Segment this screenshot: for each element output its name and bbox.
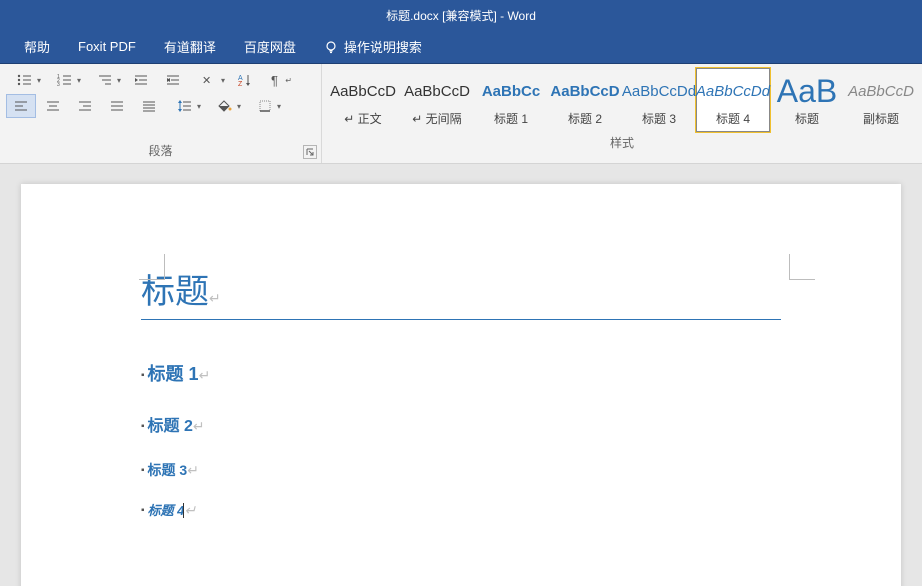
- style-item-无间隔[interactable]: AaBbCcD↵ 无间隔: [400, 68, 474, 132]
- align-left-button[interactable]: [6, 94, 36, 118]
- align-right-button[interactable]: [70, 94, 100, 118]
- style-preview: AaBbCcD: [330, 74, 396, 110]
- bullets-button[interactable]: ▾: [6, 68, 44, 92]
- group-paragraph: ▾ 123▾ ▾ ✕▾ AZ ¶↵ ▾ ▾ ▾ 段落: [0, 64, 322, 163]
- window-title: 标题.docx [兼容模式] - Word: [386, 7, 536, 24]
- style-name-label: 标题 4: [716, 110, 750, 127]
- bullet-dot-icon: ▪: [141, 370, 145, 381]
- style-item-标题1[interactable]: AaBbCc标题 1: [474, 68, 548, 132]
- pilcrow-icon: ↵: [184, 502, 196, 518]
- tab-help[interactable]: 帮助: [10, 30, 64, 64]
- style-name-label: 标题: [795, 110, 819, 127]
- heading-4-line[interactable]: ▪标题 4↵: [141, 500, 781, 519]
- document-canvas[interactable]: 标题↵ ▪标题 1↵ ▪标题 2↵ ▪标题 3↵ ▪标题 4↵: [0, 164, 922, 586]
- style-preview: AaBbCc: [482, 74, 540, 110]
- pilcrow-icon: ↵: [209, 290, 221, 306]
- borders-button[interactable]: ▾: [246, 94, 284, 118]
- lightbulb-icon: [324, 40, 338, 54]
- shading-button[interactable]: ▾: [206, 94, 244, 118]
- style-name-label: ↵ 正文: [344, 110, 381, 127]
- style-name-label: 标题 1: [494, 110, 528, 127]
- margin-corner-tr: [789, 254, 815, 280]
- multilevel-list-button[interactable]: ▾: [86, 68, 124, 92]
- asian-layout-button[interactable]: ✕▾: [190, 68, 228, 92]
- style-preview: AaBbCcD: [404, 74, 470, 110]
- tab-foxit-pdf[interactable]: Foxit PDF: [64, 30, 150, 64]
- decrease-indent-button[interactable]: [126, 68, 156, 92]
- style-item-标题3[interactable]: AaBbCcDd标题 3: [622, 68, 696, 132]
- justify-button[interactable]: [102, 94, 132, 118]
- tell-me-search[interactable]: 操作说明搜索: [310, 30, 436, 64]
- pilcrow-icon: ↵: [199, 367, 211, 383]
- style-name-label: 标题 2: [568, 110, 602, 127]
- pilcrow-icon: ↵: [187, 462, 199, 478]
- line-spacing-button[interactable]: ▾: [166, 94, 204, 118]
- svg-text:3: 3: [57, 82, 60, 87]
- increase-indent-button[interactable]: [158, 68, 188, 92]
- ribbon-tabbar: 帮助 Foxit PDF 有道翻译 百度网盘 操作说明搜索: [0, 30, 922, 64]
- style-preview: AaBbCcDd: [622, 74, 696, 110]
- style-item-正文[interactable]: AaBbCcD↵ 正文: [326, 68, 400, 132]
- tab-baidu-netdisk[interactable]: 百度网盘: [230, 30, 310, 64]
- heading-3-line[interactable]: ▪标题 3↵: [141, 460, 781, 480]
- svg-text:Z: Z: [238, 81, 243, 87]
- tab-youdao-translate[interactable]: 有道翻译: [150, 30, 230, 64]
- sort-button[interactable]: AZ: [230, 68, 260, 92]
- group-label-paragraph: 段落: [0, 140, 321, 163]
- style-preview: AaBbCcD: [848, 74, 914, 110]
- show-paragraph-marks-button[interactable]: ¶↵: [262, 68, 292, 92]
- numbering-button[interactable]: 123▾: [46, 68, 84, 92]
- heading-1-line[interactable]: ▪标题 1↵: [141, 360, 781, 386]
- style-item-副标题[interactable]: AaBbCcD副标题: [844, 68, 918, 132]
- group-label-styles: 样式: [322, 132, 922, 155]
- pilcrow-icon: ↵: [193, 418, 205, 434]
- heading-2-line[interactable]: ▪标题 2↵: [141, 412, 781, 436]
- margin-corner-tl: [139, 254, 165, 280]
- page[interactable]: 标题↵ ▪标题 1↵ ▪标题 2↵ ▪标题 3↵ ▪标题 4↵: [21, 184, 901, 586]
- bullet-dot-icon: ▪: [141, 505, 145, 516]
- style-name-label: ↵ 无间隔: [412, 110, 461, 127]
- style-preview: AaB: [777, 74, 837, 110]
- group-styles: AaBbCcD↵ 正文AaBbCcD↵ 无间隔AaBbCc标题 1AaBbCcD…: [322, 64, 922, 163]
- ribbon: ▾ 123▾ ▾ ✕▾ AZ ¶↵ ▾ ▾ ▾ 段落: [0, 64, 922, 164]
- bullet-dot-icon: ▪: [141, 421, 145, 432]
- svg-text:¶: ¶: [271, 73, 278, 87]
- doc-title-line[interactable]: 标题↵: [141, 264, 781, 320]
- style-name-label: 副标题: [863, 110, 899, 127]
- distributed-button[interactable]: [134, 94, 164, 118]
- style-item-标题4[interactable]: AaBbCcDd标题 4: [696, 68, 770, 132]
- style-preview: AaBbCcDd: [696, 74, 770, 110]
- bullet-dot-icon: ▪: [141, 465, 145, 476]
- style-item-标题[interactable]: AaB标题: [770, 68, 844, 132]
- style-item-标题2[interactable]: AaBbCcD标题 2: [548, 68, 622, 132]
- paragraph-dialog-launcher[interactable]: [303, 145, 317, 159]
- svg-text:✕: ✕: [202, 75, 211, 87]
- title-bar: 标题.docx [兼容模式] - Word: [0, 0, 922, 30]
- style-name-label: 标题 3: [642, 110, 676, 127]
- align-center-button[interactable]: [38, 94, 68, 118]
- style-preview: AaBbCcD: [550, 74, 619, 110]
